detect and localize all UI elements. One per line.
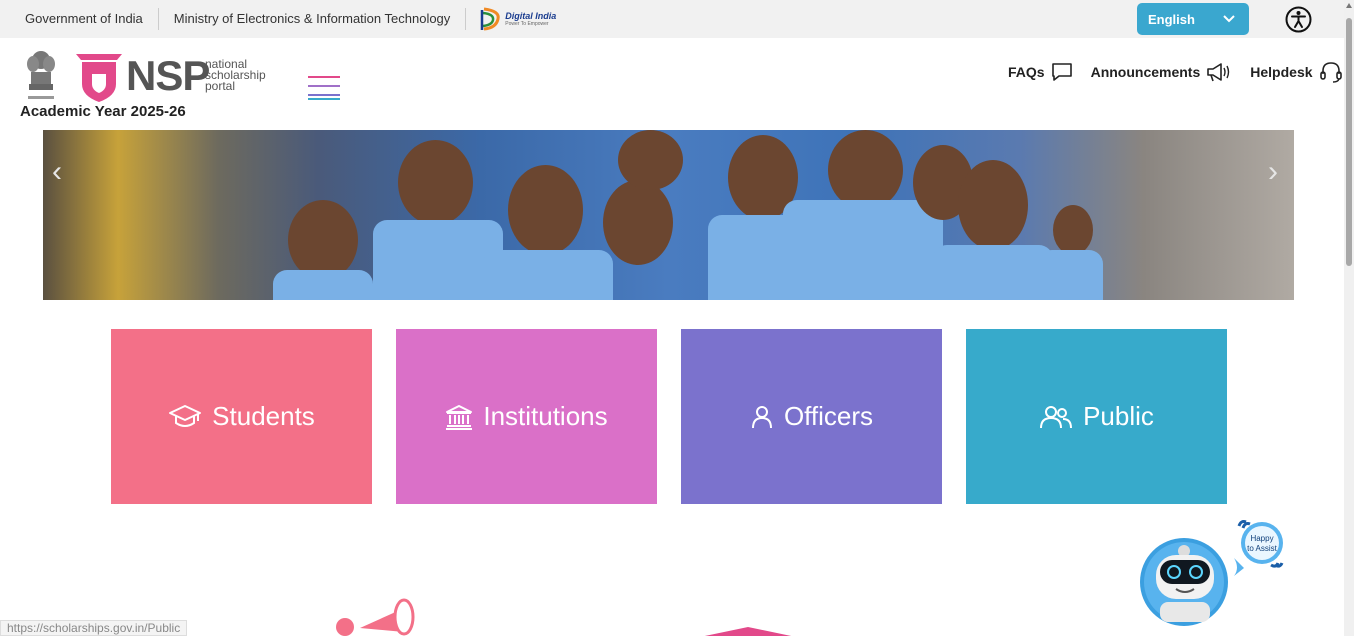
chat-icon	[1051, 63, 1072, 81]
scrollbar-thumb[interactable]	[1346, 18, 1352, 266]
public-label: Public	[1083, 401, 1154, 431]
academic-year: Academic Year 2025-26	[20, 103, 186, 120]
banner-prev-button[interactable]: ‹	[52, 155, 62, 189]
public-tile[interactable]: Public	[966, 329, 1227, 504]
helpdesk-link[interactable]: Helpdesk	[1250, 60, 1342, 84]
nsp-logo-subtitle: national scholarship portal	[205, 58, 266, 93]
institutions-tile[interactable]: Institutions	[396, 329, 657, 504]
banner-figure	[508, 165, 583, 255]
nsp-logo-text: NSP	[126, 52, 210, 99]
menu-button[interactable]	[308, 76, 340, 106]
banner-figure	[273, 270, 373, 300]
banner-figure	[398, 140, 473, 225]
digital-india-tagline: Power To Empower	[505, 21, 549, 27]
digital-india-icon	[481, 7, 501, 31]
institution-icon	[446, 404, 473, 430]
banner-figure	[483, 250, 613, 300]
chatbot-assistant-icon[interactable]: Happy to Assist	[1138, 518, 1288, 634]
students-tile[interactable]: Students	[111, 329, 372, 504]
accessibility-icon[interactable]	[1285, 6, 1312, 33]
announcements-label: Announcements	[1090, 64, 1201, 80]
faqs-label: FAQs	[1008, 64, 1045, 80]
language-value: English	[1148, 11, 1195, 27]
status-bar-url: https://scholarships.gov.in/Public	[0, 620, 188, 636]
announcements-link[interactable]: Announcements	[1091, 61, 1233, 83]
banner-figure	[288, 200, 358, 280]
digital-india-logo[interactable]: Digital India Power To Empower	[480, 6, 556, 32]
users-icon	[1040, 405, 1073, 428]
banner-figure	[603, 180, 673, 265]
menu-line	[308, 85, 340, 87]
menu-line	[308, 98, 340, 100]
headset-icon	[1319, 62, 1342, 83]
banner-figure	[1053, 205, 1093, 255]
banner-figure	[783, 200, 943, 300]
banner-next-button[interactable]: ›	[1268, 155, 1278, 189]
header-nav: FAQs Announcements Helpdesk	[1008, 60, 1343, 84]
banner-figure	[618, 130, 683, 190]
scroll-up-icon[interactable]	[1346, 3, 1352, 8]
students-label: Students	[212, 401, 315, 431]
nsp-shield-icon	[76, 54, 122, 102]
graduation-cap-icon	[169, 404, 202, 427]
language-select[interactable]: English	[1137, 3, 1249, 35]
ministry-link[interactable]: Ministry of Electronics & Information Te…	[159, 8, 467, 30]
vertical-scrollbar[interactable]	[1344, 0, 1354, 636]
banner-figure	[958, 160, 1028, 250]
page: Government of India Ministry of Electron…	[0, 0, 1354, 636]
state-emblem-icon	[27, 51, 55, 99]
announcement-megaphone-icon	[336, 598, 415, 636]
officer-icon	[751, 405, 772, 428]
digital-india-text: Digital India	[505, 11, 557, 21]
officers-tile[interactable]: Officers	[681, 329, 942, 504]
faqs-link[interactable]: FAQs	[1008, 62, 1073, 82]
gov-of-india-link[interactable]: Government of India	[0, 8, 159, 30]
menu-line	[308, 76, 340, 78]
banner-figure	[828, 130, 903, 210]
banner-figure	[1038, 250, 1103, 300]
menu-line	[308, 94, 340, 96]
banner-figure	[933, 245, 1053, 300]
chatbot-bubble-line: to Assist	[1247, 544, 1278, 553]
chatbot-bubble-line: Happy	[1250, 534, 1273, 543]
helpdesk-label: Helpdesk	[1250, 64, 1313, 80]
officers-label: Officers	[783, 401, 874, 431]
logo-sub-line: portal	[205, 79, 236, 93]
institutions-label: Institutions	[483, 401, 608, 431]
hero-banner	[43, 130, 1294, 300]
section-decoration	[700, 627, 796, 636]
chevron-down-icon	[1223, 15, 1235, 23]
megaphone-icon	[1207, 63, 1230, 82]
